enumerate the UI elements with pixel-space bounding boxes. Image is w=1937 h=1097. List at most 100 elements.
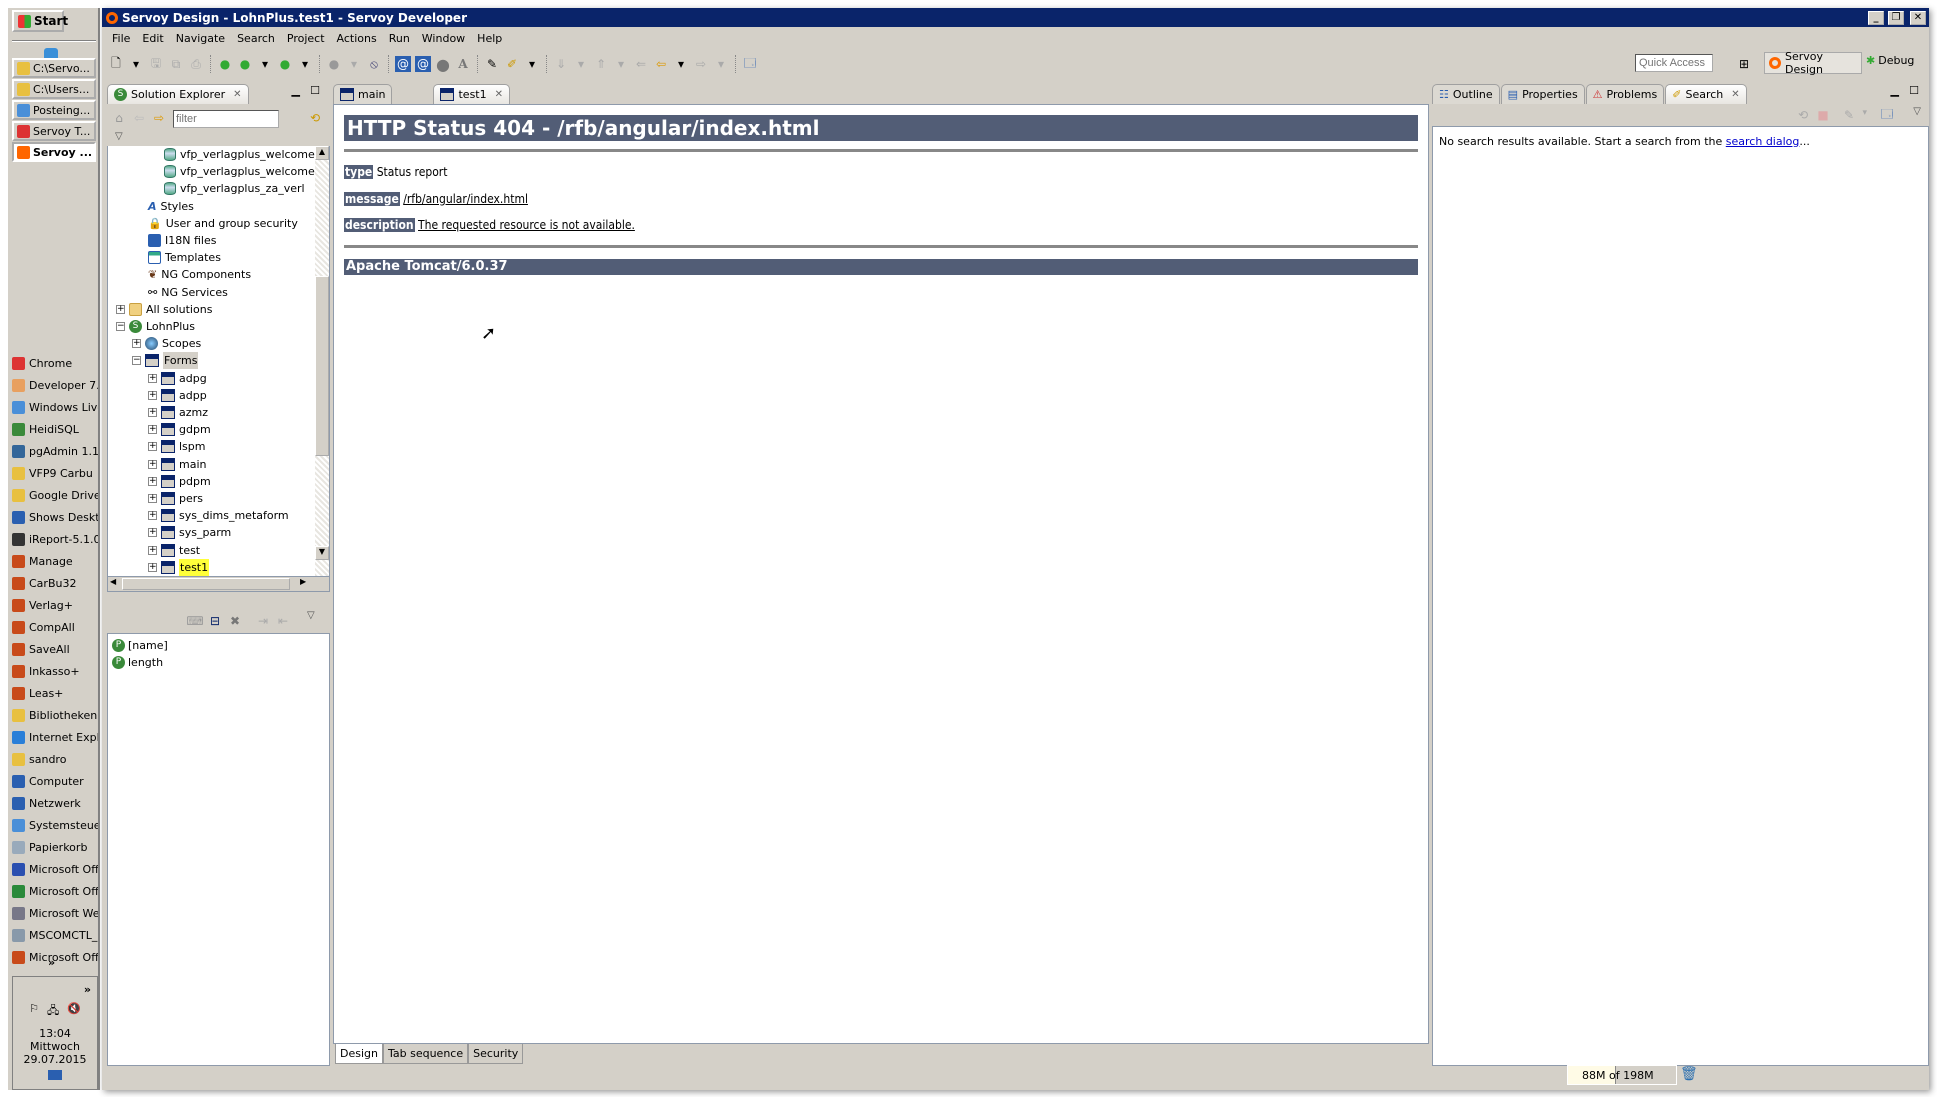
collapse-icon[interactable]: − [132, 356, 141, 366]
expand-icon[interactable]: + [148, 408, 157, 417]
dropdown-arrow-icon[interactable]: ▾ [346, 56, 362, 72]
view-menu-icon[interactable]: ▽ [307, 610, 315, 621]
dropdown-arrow-icon[interactable]: ▾ [713, 56, 729, 72]
move-sample-icon[interactable]: ⇤ [275, 613, 291, 629]
i18n-import-icon[interactable]: @ [395, 56, 411, 72]
taskbar-window-button[interactable]: C:\Users... [12, 79, 96, 99]
menu-search[interactable]: Search [231, 32, 281, 45]
save-all-icon[interactable]: ⧉ [168, 56, 184, 72]
close-tab-icon[interactable]: ✕ [495, 89, 503, 100]
next-annotation-icon[interactable]: ⇓ [553, 56, 569, 72]
show-desktop-icon[interactable] [48, 1070, 62, 1080]
menu-actions[interactable]: Actions [331, 32, 383, 45]
quicklaunch-item[interactable]: Computer [12, 770, 98, 792]
scroll-right-button[interactable]: ▶ [300, 577, 306, 586]
toggle-breakpoint-icon[interactable]: ⦸ [366, 56, 382, 72]
back-icon[interactable]: ⇦ [131, 110, 147, 126]
tree-item[interactable]: ❦ NG Components [148, 266, 251, 283]
quicklaunch-item[interactable]: CompAll [12, 616, 98, 638]
maximize-view-icon[interactable]: ☐ [1909, 84, 1919, 97]
forward-arrow-icon[interactable]: ⇨ [693, 56, 709, 72]
menu-window[interactable]: Window [416, 32, 471, 45]
menu-help[interactable]: Help [471, 32, 508, 45]
restore-button[interactable]: ❐ [1888, 10, 1904, 25]
search-flashlight-icon[interactable]: ✐ [504, 56, 520, 72]
tree-horizontal-scrollbar[interactable]: ◀ ▶ [107, 576, 330, 592]
heap-status[interactable]: 88M of 198M [1567, 1065, 1677, 1085]
tab-properties[interactable]: ▤ Properties [1500, 84, 1585, 104]
taskbar-window-button[interactable]: Servoy T... [12, 121, 96, 141]
font-icon[interactable]: A [455, 56, 471, 72]
quicklaunch-item[interactable]: CarBu32 [12, 572, 98, 594]
expand-icon[interactable]: + [148, 494, 157, 503]
hscroll-thumb[interactable] [122, 578, 290, 590]
print-icon[interactable]: ⎙ [188, 56, 204, 72]
quicklaunch-item[interactable]: MSCOMCTL_OCX [12, 924, 98, 946]
search-history-icon[interactable]: ✎ [1841, 107, 1857, 123]
minimize-view-icon[interactable]: ▁ [1891, 84, 1899, 97]
debug-client-icon[interactable]: ● [326, 56, 342, 72]
quicklaunch-item[interactable]: iReport-5.1.0 [12, 528, 98, 550]
expand-icon[interactable]: + [116, 304, 125, 314]
open-browser-icon[interactable]: 🗔 [742, 56, 758, 72]
quicklaunch-item[interactable]: HeidiSQL [12, 418, 98, 440]
tab-solution-explorer[interactable]: S Solution Explorer ✕ [107, 84, 249, 104]
dropdown-arrow-icon[interactable]: ▾ [573, 56, 589, 72]
tab-security[interactable]: Security [468, 1044, 524, 1064]
tab-test1[interactable]: test1 ✕ [433, 84, 510, 104]
tree-item[interactable]: + main [148, 456, 206, 473]
tab-problems[interactable]: ⚠ Problems [1585, 84, 1665, 104]
run-client-icon[interactable]: ● [217, 56, 233, 72]
expand-icon[interactable]: + [148, 528, 157, 538]
expand-icon[interactable]: + [148, 459, 157, 469]
quicklaunch-item[interactable]: VFP9 Carbu [12, 462, 98, 484]
i18n-export-icon[interactable]: @ [415, 56, 431, 72]
last-edit-icon[interactable]: ⇐ [633, 56, 649, 72]
scrollbar-thumb[interactable] [315, 276, 329, 456]
tree-item[interactable]: + adpp [148, 387, 207, 404]
tree-item[interactable]: I18N files [148, 232, 216, 249]
menu-navigate[interactable]: Navigate [170, 32, 231, 45]
menu-run[interactable]: Run [383, 32, 416, 45]
close-tab-icon[interactable]: ✕ [233, 89, 241, 100]
expand-icon[interactable]: + [148, 511, 157, 521]
sync-icon[interactable]: ⟲ [307, 110, 323, 126]
start-button[interactable]: Start [12, 10, 68, 32]
tree-item[interactable]: + pers [148, 490, 203, 507]
tab-tab-sequence[interactable]: Tab sequence [382, 1044, 469, 1064]
minimize-view-icon[interactable]: ▁ [292, 84, 300, 97]
tree-item[interactable]: vfp_verlagplus_welcome: [164, 146, 318, 163]
tree-item[interactable]: ⚯ NG Services [148, 284, 228, 301]
tree-item[interactable]: + sys_dims_metaform [148, 507, 289, 524]
tree-item[interactable]: Templates [148, 249, 221, 266]
edit-script-icon[interactable]: ✎ [484, 56, 500, 72]
tree-vertical-scrollbar[interactable]: ▲ ▼ [315, 146, 329, 576]
minimize-button[interactable]: _ [1868, 10, 1884, 25]
forward-icon[interactable]: ⇨ [151, 110, 167, 126]
quicklaunch-item[interactable]: Netzwerk [12, 792, 98, 814]
network-icon[interactable]: 🖧 [47, 1002, 59, 1021]
tree-item[interactable]: − S LohnPlus [116, 318, 195, 335]
tree-item[interactable]: + All solutions [116, 301, 212, 318]
quicklaunch-item[interactable]: Chrome [12, 352, 98, 374]
run-ng-client-icon[interactable]: ● [277, 56, 293, 72]
quicklaunch-item[interactable]: Microsoft Web [12, 902, 98, 924]
tree-item[interactable]: 🔒 User and group security [148, 215, 298, 232]
move-code-icon[interactable]: ⇥ [255, 613, 271, 629]
open-icon[interactable]: ⌨ [186, 613, 203, 629]
tree-item[interactable]: + pdpm [148, 473, 211, 490]
save-icon[interactable]: 🖫 [148, 56, 164, 72]
record-icon[interactable]: ● [435, 55, 451, 74]
refresh-icon[interactable]: ⟲ [1795, 107, 1811, 123]
quicklaunch-item[interactable]: Inkasso+ [12, 660, 98, 682]
expand-icon[interactable]: + [148, 390, 157, 400]
scroll-down-button[interactable]: ▼ [315, 546, 329, 560]
tree-item[interactable]: + adpg [148, 370, 207, 387]
tab-search[interactable]: ✐ Search ✕ [1665, 84, 1747, 104]
member-item[interactable]: P length [112, 654, 325, 671]
menu-file[interactable]: File [106, 32, 136, 45]
tree-item[interactable]: + Scopes [132, 335, 201, 352]
expand-icon[interactable]: + [148, 442, 157, 452]
quicklaunch-item[interactable]: Windows Live [12, 396, 98, 418]
expand-icon[interactable]: + [148, 425, 157, 435]
